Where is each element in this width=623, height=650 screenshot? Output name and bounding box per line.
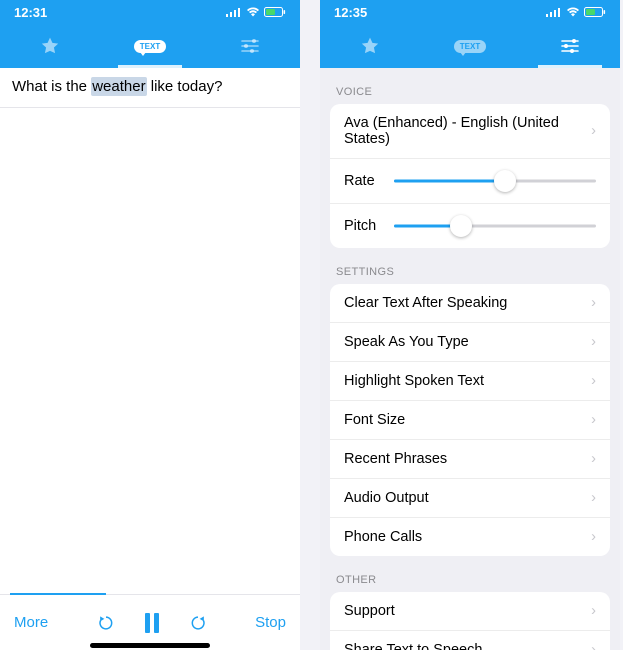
phone-settings-screen: 12:35 TEXT VOICE Ava (Enhanced) - Englis…	[320, 0, 620, 650]
signal-icon	[546, 7, 562, 17]
settings-row-label: Speak As You Type	[344, 334, 469, 350]
chevron-right-icon: ›	[591, 373, 596, 389]
status-time: 12:35	[334, 5, 367, 20]
voice-group: Ava (Enhanced) - English (United States)…	[330, 104, 610, 248]
chevron-right-icon: ›	[591, 603, 596, 619]
wifi-icon	[246, 7, 260, 17]
chevron-right-icon: ›	[591, 334, 596, 350]
voice-select-row[interactable]: Ava (Enhanced) - English (United States)…	[330, 104, 610, 158]
status-bar: 12:35	[320, 0, 620, 24]
toolbar-accent	[10, 593, 106, 595]
voice-name: Ava (Enhanced) - English (United States)	[344, 115, 591, 147]
settings-row[interactable]: Recent Phrases ›	[330, 439, 610, 478]
text-before: What is the	[12, 78, 91, 95]
settings-row[interactable]: Phone Calls ›	[330, 517, 610, 556]
tab-settings[interactable]	[200, 24, 300, 68]
battery-icon	[584, 7, 606, 17]
settings-row-label: Share Text to Speech	[344, 642, 482, 650]
chevron-right-icon: ›	[591, 642, 596, 650]
tab-bar: TEXT	[0, 24, 300, 68]
highlighted-word: weather	[91, 77, 146, 96]
chevron-right-icon: ›	[591, 490, 596, 506]
sliders-icon	[560, 38, 580, 54]
chevron-right-icon: ›	[591, 123, 596, 139]
pause-icon	[142, 612, 162, 634]
rewind-icon	[96, 613, 116, 633]
tab-favorites[interactable]	[0, 24, 100, 68]
tab-settings[interactable]	[520, 24, 620, 68]
settings-row-label: Highlight Spoken Text	[344, 373, 484, 389]
settings-content[interactable]: VOICE Ava (Enhanced) - English (United S…	[320, 68, 620, 650]
pitch-slider[interactable]	[394, 215, 596, 237]
settings-row-label: Recent Phrases	[344, 451, 447, 467]
more-button[interactable]: More	[14, 614, 48, 631]
status-icons	[546, 7, 606, 17]
text-bubble-icon: TEXT	[134, 40, 166, 53]
settings-row-label: Font Size	[344, 412, 405, 428]
empty-area	[0, 108, 300, 594]
chevron-right-icon: ›	[591, 412, 596, 428]
sliders-icon	[240, 38, 260, 54]
home-indicator[interactable]	[90, 643, 210, 648]
settings-section-header: SETTINGS	[320, 248, 620, 284]
status-time: 12:31	[14, 5, 47, 20]
settings-row-label: Phone Calls	[344, 529, 422, 545]
rate-label: Rate	[344, 173, 384, 189]
settings-row[interactable]: Font Size ›	[330, 400, 610, 439]
settings-row[interactable]: Support ›	[330, 592, 610, 630]
rate-row: Rate	[330, 158, 610, 203]
tab-favorites[interactable]	[320, 24, 420, 68]
chevron-right-icon: ›	[591, 295, 596, 311]
pitch-label: Pitch	[344, 218, 384, 234]
other-group: Support›Share Text to Speech›Rate in the…	[330, 592, 610, 650]
settings-row-label: Clear Text After Speaking	[344, 295, 507, 311]
status-bar: 12:31	[0, 0, 300, 24]
forward-icon	[188, 613, 208, 633]
wifi-icon	[566, 7, 580, 17]
chevron-right-icon: ›	[591, 529, 596, 545]
settings-row[interactable]: Share Text to Speech ›	[330, 630, 610, 650]
settings-row[interactable]: Speak As You Type ›	[330, 322, 610, 361]
settings-row[interactable]: Clear Text After Speaking ›	[330, 284, 610, 322]
rewind-button[interactable]	[96, 613, 116, 633]
signal-icon	[226, 7, 242, 17]
stop-button[interactable]: Stop	[255, 614, 286, 631]
other-section-header: OTHER	[320, 556, 620, 592]
voice-section-header: VOICE	[320, 68, 620, 104]
pitch-row: Pitch	[330, 203, 610, 248]
settings-row-label: Audio Output	[344, 490, 429, 506]
settings-row-label: Support	[344, 603, 395, 619]
tab-text[interactable]: TEXT	[100, 24, 200, 68]
battery-icon	[264, 7, 286, 17]
tab-text[interactable]: TEXT	[420, 24, 520, 68]
pause-button[interactable]	[142, 612, 162, 634]
settings-group: Clear Text After Speaking›Speak As You T…	[330, 284, 610, 556]
star-icon	[360, 36, 380, 56]
status-icons	[226, 7, 286, 17]
star-icon	[40, 36, 60, 56]
text-bubble-icon: TEXT	[454, 40, 486, 53]
phone-text-screen: 12:31 TEXT What is the weather like toda…	[0, 0, 300, 650]
settings-row[interactable]: Audio Output ›	[330, 478, 610, 517]
chevron-right-icon: ›	[591, 451, 596, 467]
tab-bar: TEXT	[320, 24, 620, 68]
text-after: like today?	[147, 78, 223, 95]
text-content[interactable]: What is the weather like today?	[0, 68, 300, 108]
toolbar-center	[96, 612, 208, 634]
forward-button[interactable]	[188, 613, 208, 633]
settings-row[interactable]: Highlight Spoken Text ›	[330, 361, 610, 400]
rate-slider[interactable]	[394, 170, 596, 192]
playback-toolbar: More Stop	[0, 594, 300, 650]
